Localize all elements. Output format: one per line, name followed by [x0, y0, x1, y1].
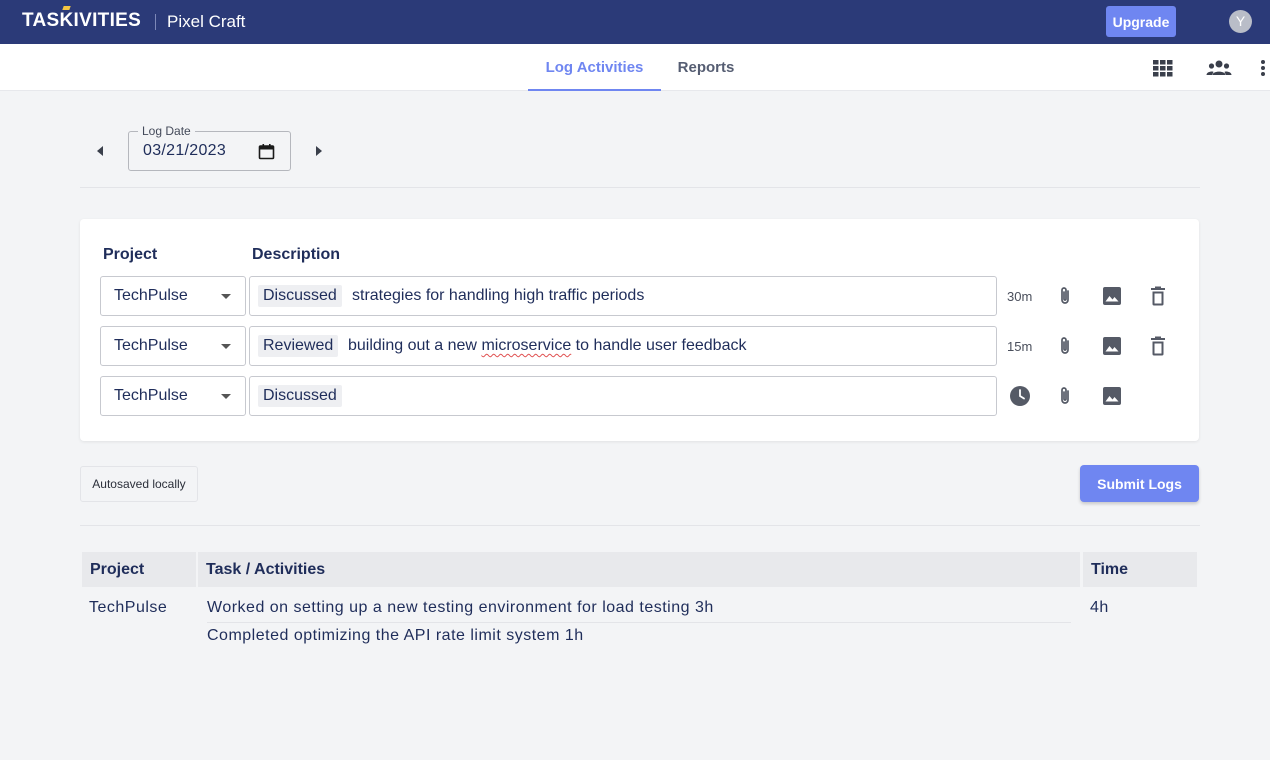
description-text-part: to handle user feedback [571, 337, 747, 354]
description-input[interactable]: Reviewed building out a new microservice… [249, 326, 997, 366]
grid-icon[interactable] [1152, 57, 1174, 79]
duration-label[interactable]: 15m [1007, 339, 1032, 354]
project-select[interactable]: TechPulse [100, 276, 246, 316]
more-vert-icon[interactable] [1258, 57, 1268, 79]
table-cell-time: 4h [1090, 599, 1109, 616]
table-header-time: Time [1083, 552, 1197, 587]
autosave-status: Autosaved locally [80, 466, 198, 502]
top-bar: TASKIVITIES Pixel Craft Upgrade Y [0, 0, 1270, 44]
clock-icon[interactable] [1009, 385, 1031, 407]
description-column-header: Description [252, 246, 341, 263]
dropdown-caret-icon [221, 394, 231, 399]
activity-separator [207, 622, 1071, 623]
attachment-icon[interactable] [1054, 385, 1076, 407]
attachment-icon[interactable] [1054, 335, 1076, 357]
project-select[interactable]: TechPulse [100, 326, 246, 366]
description-text: building out a new microservice to handl… [348, 336, 746, 356]
nav-bar: Log Activities Reports [0, 44, 1270, 91]
dropdown-caret-icon [221, 294, 231, 299]
team-icon[interactable] [1206, 57, 1232, 79]
table-header-project: Project [82, 552, 196, 587]
upgrade-button[interactable]: Upgrade [1106, 6, 1176, 37]
activity-tag: Discussed [258, 385, 342, 407]
submit-logs-button[interactable]: Submit Logs [1080, 465, 1199, 502]
log-date-label: Log Date [138, 124, 195, 138]
image-icon[interactable] [1101, 285, 1123, 307]
description-input[interactable]: Discussed strategies for handling high t… [249, 276, 997, 316]
activity-tag: Reviewed [258, 335, 339, 357]
description-input[interactable]: Discussed [249, 376, 997, 416]
project-column-header: Project [103, 246, 158, 263]
table-header-activities: Task / Activities [198, 552, 1080, 587]
duration-label[interactable]: 30m [1007, 289, 1032, 304]
workspace-name[interactable]: Pixel Craft [167, 12, 245, 32]
tab-reports[interactable]: Reports [661, 44, 751, 91]
table-cell-project: TechPulse [89, 599, 168, 616]
description-text-part: building out a new [348, 337, 482, 354]
table-cell-activity: Completed optimizing the API rate limit … [207, 627, 584, 644]
dropdown-caret-icon [221, 344, 231, 349]
image-icon[interactable] [1101, 385, 1123, 407]
image-icon[interactable] [1101, 335, 1123, 357]
logo-divider [155, 14, 156, 30]
attachment-icon[interactable] [1054, 285, 1076, 307]
activity-tag: Discussed [258, 285, 342, 307]
next-day-icon[interactable] [309, 141, 329, 161]
app-logo[interactable]: TASKIVITIES [22, 10, 141, 32]
previous-day-icon[interactable] [90, 141, 110, 161]
description-text: strategies for handling high traffic per… [352, 287, 645, 304]
project-select[interactable]: TechPulse [100, 376, 246, 416]
project-select-value: TechPulse [114, 387, 188, 404]
section-divider [80, 187, 1200, 188]
section-divider [80, 525, 1200, 526]
avatar[interactable]: Y [1229, 10, 1252, 33]
delete-icon[interactable] [1147, 335, 1169, 357]
calendar-icon[interactable] [258, 143, 275, 160]
tab-log-activities[interactable]: Log Activities [528, 44, 661, 91]
table-cell-activity: Worked on setting up a new testing envir… [207, 599, 714, 616]
delete-icon[interactable] [1147, 285, 1169, 307]
project-select-value: TechPulse [114, 337, 188, 354]
misspelled-word[interactable]: microservice [481, 337, 571, 354]
project-select-value: TechPulse [114, 287, 188, 304]
log-date-value[interactable]: 03/21/2023 [143, 142, 226, 160]
